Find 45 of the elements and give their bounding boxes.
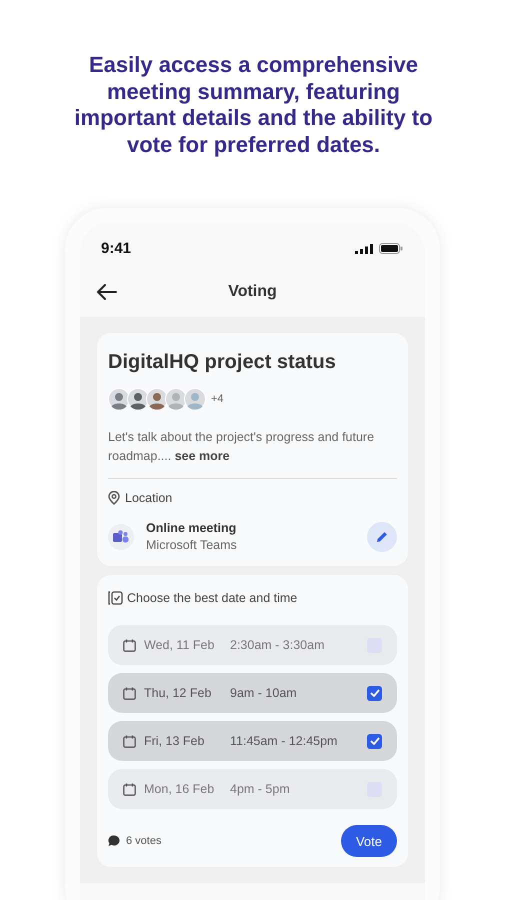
meeting-description: Let's talk about the project's progress and future roadmap.... see more [108, 429, 376, 465]
option-time: 11:45am - 12:45pm [230, 734, 338, 748]
vote-button[interactable]: Vote [340, 825, 397, 857]
edit-button[interactable] [367, 522, 397, 552]
option-time: 9am - 10am [230, 686, 298, 700]
avatar-icon [127, 388, 149, 410]
team-chat-icon [108, 524, 134, 550]
location-label: Location [125, 491, 172, 505]
signal-icon [355, 244, 373, 254]
avatar-icon [108, 388, 130, 410]
location-pin-icon [108, 491, 120, 505]
see-more-link[interactable]: see more [174, 449, 230, 463]
location-name: Online meeting [146, 521, 238, 535]
poll-title: Choose the best date and time [127, 591, 298, 605]
screen-title: Voting [228, 283, 277, 301]
status-time: 9:41 [101, 240, 132, 257]
avatar-icon [184, 388, 206, 410]
headline: Easily access a comprehensive meeting summary, featuring important details and the ability to vote for preferred dates. [73, 52, 434, 158]
date-option[interactable]: Fri, 13 Feb 11:45am - 12:45pm [108, 721, 397, 761]
pencil-icon [376, 530, 388, 542]
option-date: Thu, 12 Feb [144, 686, 212, 700]
option-time: 2:30am - 3:30am [230, 638, 326, 652]
calendar-icon [123, 782, 136, 796]
checklist-icon [108, 591, 123, 605]
back-button[interactable] [97, 284, 117, 300]
battery-icon [379, 243, 403, 254]
avatar-icon [165, 388, 187, 410]
date-option[interactable]: Mon, 16 Feb 4pm - 5pm [108, 769, 397, 809]
more-participants: +4 [211, 393, 224, 405]
calendar-icon [123, 638, 136, 652]
option-date: Wed, 11 Feb [144, 638, 216, 652]
date-option[interactable]: Thu, 12 Feb 9am - 10am [108, 673, 397, 713]
option-date: Mon, 16 Feb [144, 782, 216, 796]
chat-bubble-icon [108, 835, 120, 847]
calendar-icon [123, 734, 136, 748]
option-time: 4pm - 5pm [230, 782, 291, 796]
location-detail: Microsoft Teams [146, 538, 238, 552]
avatar-icon [146, 388, 168, 410]
checkbox[interactable] [367, 686, 382, 700]
meeting-title: DigitalHQ project status [108, 351, 337, 374]
calendar-icon [123, 686, 136, 700]
checkbox[interactable] [367, 734, 382, 748]
date-option[interactable]: Wed, 11 Feb 2:30am - 3:30am [108, 625, 397, 665]
vote-count: 6 votes [126, 835, 162, 847]
option-date: Fri, 13 Feb [144, 734, 206, 748]
